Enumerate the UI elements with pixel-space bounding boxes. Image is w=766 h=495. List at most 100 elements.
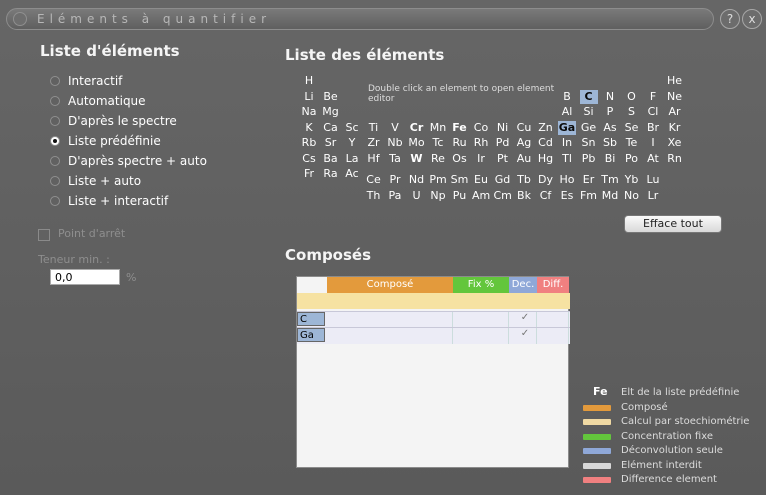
element-th[interactable]: Th <box>365 189 383 203</box>
element-ge[interactable]: Ge <box>580 121 598 135</box>
element-f[interactable]: F <box>644 90 662 104</box>
element-he[interactable]: He <box>666 74 684 88</box>
element-ra[interactable]: Ra <box>322 167 340 181</box>
compounds-cell[interactable] <box>327 328 453 344</box>
element-fr[interactable]: Fr <box>300 167 318 181</box>
element-ca[interactable]: Ca <box>322 121 340 135</box>
element-tm[interactable]: Tm <box>601 173 619 187</box>
element-zr[interactable]: Zr <box>365 136 383 150</box>
element-ga[interactable]: Ga <box>558 120 576 135</box>
element-w[interactable]: W <box>408 152 426 166</box>
element-na[interactable]: Na <box>300 105 318 119</box>
element-bi[interactable]: Bi <box>601 152 619 166</box>
clear-all-button[interactable]: Efface tout <box>624 215 722 233</box>
radio-button[interactable] <box>50 136 60 146</box>
compounds-row[interactable]: Ga ✓ <box>297 327 570 344</box>
element-fm[interactable]: Fm <box>580 189 598 203</box>
element-v[interactable]: V <box>386 121 404 135</box>
element-nb[interactable]: Nb <box>386 136 404 150</box>
element-ir[interactable]: Ir <box>472 152 490 166</box>
element-al[interactable]: Al <box>558 105 576 119</box>
element-ag[interactable]: Ag <box>515 136 533 150</box>
min-content-input[interactable]: 0,0 <box>50 269 120 285</box>
compounds-col-header[interactable]: Diff. <box>537 277 569 293</box>
element-cf[interactable]: Cf <box>537 189 555 203</box>
element-ni[interactable]: Ni <box>494 121 512 135</box>
element-list-mode-option[interactable]: Liste prédéfinie <box>50 132 161 150</box>
element-mo[interactable]: Mo <box>408 136 426 150</box>
element-kr[interactable]: Kr <box>666 121 684 135</box>
element-mn[interactable]: Mn <box>429 121 447 135</box>
element-sn[interactable]: Sn <box>580 136 598 150</box>
element-yb[interactable]: Yb <box>623 173 641 187</box>
element-la[interactable]: La <box>343 152 361 166</box>
element-md[interactable]: Md <box>601 189 619 203</box>
radio-button[interactable] <box>50 176 60 186</box>
element-re[interactable]: Re <box>429 152 447 166</box>
element-po[interactable]: Po <box>623 152 641 166</box>
element-ta[interactable]: Ta <box>386 152 404 166</box>
element-np[interactable]: Np <box>429 189 447 203</box>
element-cu[interactable]: Cu <box>515 121 533 135</box>
radio-button[interactable] <box>50 96 60 106</box>
element-cs[interactable]: Cs <box>300 152 318 166</box>
element-tb[interactable]: Tb <box>515 173 533 187</box>
element-k[interactable]: K <box>300 121 318 135</box>
element-list-mode-option[interactable]: Interactif <box>50 72 122 90</box>
element-h[interactable]: H <box>300 74 318 88</box>
element-br[interactable]: Br <box>644 121 662 135</box>
element-list-mode-option[interactable]: Liste + interactif <box>50 192 168 210</box>
element-rb[interactable]: Rb <box>300 136 318 150</box>
element-cr[interactable]: Cr <box>408 121 426 135</box>
element-n[interactable]: N <box>601 90 619 104</box>
element-se[interactable]: Se <box>623 121 641 135</box>
element-li[interactable]: Li <box>300 90 318 104</box>
element-te[interactable]: Te <box>623 136 641 150</box>
element-er[interactable]: Er <box>580 173 598 187</box>
element-sm[interactable]: Sm <box>451 173 469 187</box>
stop-point-checkbox[interactable] <box>38 229 50 241</box>
radio-button[interactable] <box>50 196 60 206</box>
element-u[interactable]: U <box>408 189 426 203</box>
element-pd[interactable]: Pd <box>494 136 512 150</box>
element-as[interactable]: As <box>601 121 619 135</box>
element-au[interactable]: Au <box>515 152 533 166</box>
element-hf[interactable]: Hf <box>365 152 383 166</box>
element-cl[interactable]: Cl <box>644 105 662 119</box>
compounds-cell[interactable] <box>537 312 569 328</box>
compounds-cell[interactable] <box>453 328 509 344</box>
element-pm[interactable]: Pm <box>429 173 447 187</box>
compounds-cell[interactable] <box>327 312 453 328</box>
element-c[interactable]: C <box>579 89 598 104</box>
close-button[interactable]: x <box>742 9 762 29</box>
element-zn[interactable]: Zn <box>537 121 555 135</box>
element-lu[interactable]: Lu <box>644 173 662 187</box>
compounds-cell[interactable] <box>537 328 569 344</box>
element-mg[interactable]: Mg <box>322 105 340 119</box>
element-be[interactable]: Be <box>322 90 340 104</box>
element-gd[interactable]: Gd <box>494 173 512 187</box>
element-bk[interactable]: Bk <box>515 189 533 203</box>
element-tl[interactable]: Tl <box>558 152 576 166</box>
element-pb[interactable]: Pb <box>580 152 598 166</box>
element-ar[interactable]: Ar <box>666 105 684 119</box>
element-tc[interactable]: Tc <box>429 136 447 150</box>
element-list-mode-option[interactable]: Liste + auto <box>50 172 141 190</box>
element-ba[interactable]: Ba <box>322 152 340 166</box>
element-am[interactable]: Am <box>472 189 490 203</box>
element-list-mode-option[interactable]: D'après le spectre <box>50 112 177 130</box>
element-cm[interactable]: Cm <box>494 189 512 203</box>
element-s[interactable]: S <box>623 105 641 119</box>
element-lr[interactable]: Lr <box>644 189 662 203</box>
element-sr[interactable]: Sr <box>322 136 340 150</box>
element-xe[interactable]: Xe <box>666 136 684 150</box>
element-ho[interactable]: Ho <box>558 173 576 187</box>
element-list-mode-option[interactable]: D'après spectre + auto <box>50 152 207 170</box>
compounds-col-header[interactable]: Fix % <box>453 277 509 293</box>
element-b[interactable]: B <box>558 90 576 104</box>
compounds-col-header[interactable]: Composé <box>327 277 453 293</box>
element-in[interactable]: In <box>558 136 576 150</box>
element-dy[interactable]: Dy <box>537 173 555 187</box>
element-pt[interactable]: Pt <box>494 152 512 166</box>
element-ru[interactable]: Ru <box>451 136 469 150</box>
